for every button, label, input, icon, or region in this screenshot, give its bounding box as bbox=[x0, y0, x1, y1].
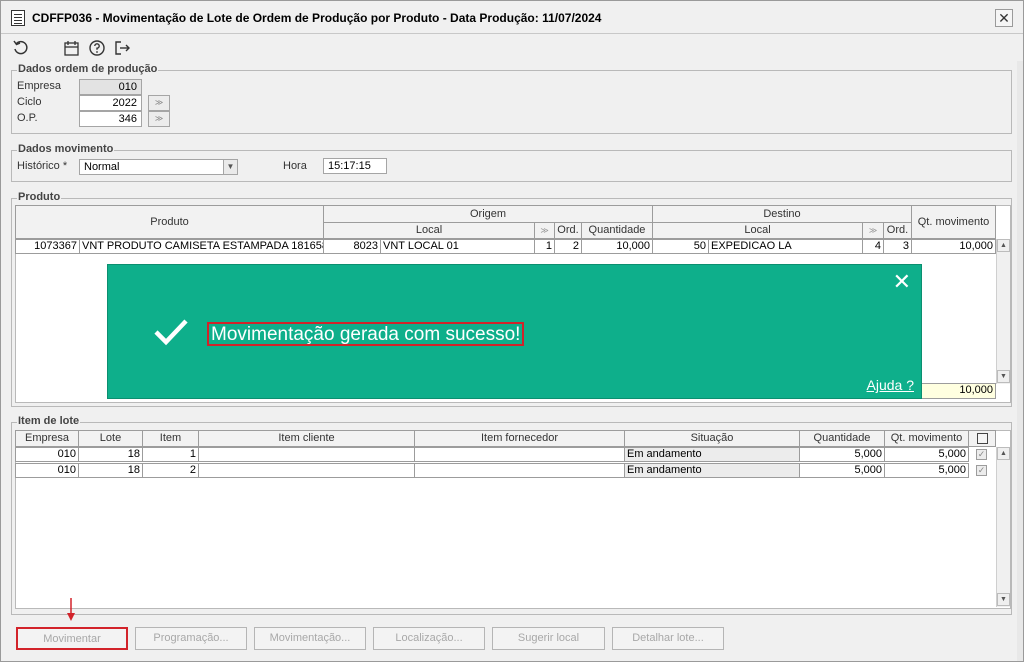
lote-qt-movimento-header[interactable]: Qt. movimento bbox=[884, 430, 969, 447]
ciclo-lookup-button[interactable]: ≫ bbox=[148, 95, 170, 111]
destino-header: Destino bbox=[652, 205, 912, 223]
lote-item-fornecedor-header[interactable]: Item fornecedor bbox=[414, 430, 625, 447]
toast-message: Movimentação gerada com sucesso! bbox=[207, 322, 525, 346]
checkmark-icon bbox=[154, 319, 188, 346]
historico-value: Normal bbox=[84, 161, 120, 173]
destino-ord-header[interactable]: Ord. bbox=[883, 222, 912, 239]
lote-row-situacao: Em andamento bbox=[624, 447, 800, 462]
document-icon bbox=[11, 10, 25, 26]
lote-row-item-cliente[interactable] bbox=[198, 463, 415, 478]
lote-row-lote[interactable]: 18 bbox=[78, 447, 143, 462]
hora-label: Hora bbox=[283, 160, 307, 172]
lote-row-item-fornecedor[interactable] bbox=[414, 447, 625, 462]
window-title: CDFFP036 - Movimentação de Lote de Ordem… bbox=[32, 11, 602, 25]
lote-quantidade-header[interactable]: Quantidade bbox=[799, 430, 885, 447]
produto-total-cell: 10,000 bbox=[911, 383, 996, 399]
op-field[interactable]: 346 bbox=[79, 111, 142, 127]
exit-icon[interactable] bbox=[114, 39, 132, 57]
lote-item-cliente-header[interactable]: Item cliente bbox=[198, 430, 415, 447]
lote-row-empresa[interactable]: 010 bbox=[15, 463, 79, 478]
op-label: O.P. bbox=[17, 112, 38, 124]
destino-local-header[interactable]: Local bbox=[652, 222, 863, 239]
lote-row-lote[interactable]: 18 bbox=[78, 463, 143, 478]
origem-header: Origem bbox=[323, 205, 653, 223]
destino-ord-cell[interactable]: 3 bbox=[883, 239, 912, 254]
help-icon[interactable] bbox=[88, 39, 106, 57]
lote-situacao-header[interactable]: Situação bbox=[624, 430, 800, 447]
lote-row-empresa[interactable]: 010 bbox=[15, 447, 79, 462]
destino-local-cod-cell[interactable]: 50 bbox=[652, 239, 709, 254]
movimentar-button[interactable]: Movimentar bbox=[16, 627, 128, 650]
sugerir-local-button[interactable]: Sugerir local bbox=[492, 627, 605, 650]
empresa-field: 010 bbox=[79, 79, 142, 95]
hora-field[interactable]: 15:17:15 bbox=[323, 158, 387, 174]
scroll-down-icon[interactable]: ▼ bbox=[997, 593, 1010, 606]
scroll-up-icon[interactable]: ▲ bbox=[997, 447, 1010, 460]
origem-ord-cell[interactable]: 2 bbox=[554, 239, 582, 254]
success-toast: Movimentação gerada com sucesso! ✕ Ajuda… bbox=[107, 264, 922, 399]
scroll-up-icon[interactable]: ▲ bbox=[997, 239, 1010, 252]
detalhar-lote-button[interactable]: Detalhar lote... bbox=[612, 627, 724, 650]
movimento-legend: Dados movimento bbox=[17, 143, 115, 155]
produto-scrollbar[interactable]: ▲ ▼ bbox=[996, 239, 1010, 384]
origem-local-nome-cell[interactable]: VNT LOCAL 01 bbox=[380, 239, 535, 254]
origem-sort-icon[interactable]: ≫ bbox=[534, 222, 555, 239]
lote-row-item-fornecedor[interactable] bbox=[414, 463, 625, 478]
lote-lote-header[interactable]: Lote bbox=[78, 430, 143, 447]
refresh-icon[interactable] bbox=[12, 39, 30, 57]
lote-select-all-header[interactable] bbox=[968, 430, 996, 447]
lote-row-item[interactable]: 2 bbox=[142, 463, 199, 478]
red-arrow-indicator bbox=[67, 598, 75, 621]
produto-codigo-cell[interactable]: 1073367 bbox=[15, 239, 80, 254]
lote-empresa-header[interactable]: Empresa bbox=[15, 430, 79, 447]
ciclo-label: Ciclo bbox=[17, 96, 42, 108]
select-all-checkbox[interactable] bbox=[977, 433, 988, 444]
lote-row-qt-movimento[interactable]: 5,000 bbox=[884, 463, 969, 478]
origem-n-cell[interactable]: 1 bbox=[534, 239, 555, 254]
origem-quantidade-header[interactable]: Quantidade bbox=[581, 222, 653, 239]
lote-row-quantidade[interactable]: 5,000 bbox=[799, 463, 885, 478]
ciclo-field[interactable]: 2022 bbox=[79, 95, 142, 111]
produto-legend: Produto bbox=[17, 191, 62, 203]
historico-select[interactable]: Normal ▼ bbox=[79, 159, 238, 175]
lote-row-checkbox[interactable]: ✓ bbox=[976, 465, 987, 476]
historico-label: Histórico * bbox=[17, 160, 68, 172]
title-bar: CDFFP036 - Movimentação de Lote de Ordem… bbox=[1, 1, 1023, 34]
main-window: CDFFP036 - Movimentação de Lote de Ordem… bbox=[0, 0, 1024, 662]
window-scrollbar[interactable] bbox=[1017, 61, 1023, 661]
destino-n-cell[interactable]: 4 bbox=[862, 239, 884, 254]
lote-item-header[interactable]: Item bbox=[142, 430, 199, 447]
lote-row-item-cliente[interactable] bbox=[198, 447, 415, 462]
scroll-down-icon[interactable]: ▼ bbox=[997, 370, 1010, 383]
calendar-icon[interactable] bbox=[63, 39, 81, 57]
destino-sort-icon[interactable]: ≫ bbox=[862, 222, 884, 239]
lote-row-qt-movimento[interactable]: 5,000 bbox=[884, 447, 969, 462]
lote-row-checkbox[interactable]: ✓ bbox=[976, 449, 987, 460]
lote-row-quantidade[interactable]: 5,000 bbox=[799, 447, 885, 462]
lote-scrollbar[interactable]: ▲ ▼ bbox=[996, 447, 1010, 607]
chevron-down-icon[interactable]: ▼ bbox=[223, 160, 237, 174]
lote-row-item[interactable]: 1 bbox=[142, 447, 199, 462]
origem-local-cod-cell[interactable]: 8023 bbox=[323, 239, 381, 254]
produto-descricao-cell[interactable]: VNT PRODUTO CAMISETA ESTAMPADA 181658 VI bbox=[79, 239, 324, 254]
origem-local-header[interactable]: Local bbox=[323, 222, 535, 239]
toast-help-link[interactable]: Ajuda ? bbox=[867, 377, 914, 393]
window-close-button[interactable]: ✕ bbox=[995, 9, 1013, 27]
origem-ord-header[interactable]: Ord. bbox=[554, 222, 582, 239]
lote-legend: Item de lote bbox=[17, 415, 81, 427]
produto-header[interactable]: Produto bbox=[15, 205, 324, 239]
op-lookup-button[interactable]: ≫ bbox=[148, 111, 170, 127]
qt-movimento-cell[interactable]: 10,000 bbox=[911, 239, 996, 254]
origem-quantidade-cell[interactable]: 10,000 bbox=[581, 239, 653, 254]
lote-row-situacao: Em andamento bbox=[624, 463, 800, 478]
ordem-legend: Dados ordem de produção bbox=[17, 63, 159, 75]
programacao-button[interactable]: Programação... bbox=[135, 627, 247, 650]
destino-local-nome-cell[interactable]: EXPEDICAO LA bbox=[708, 239, 863, 254]
movimentacao-button[interactable]: Movimentação... bbox=[254, 627, 366, 650]
localizacao-button[interactable]: Localização... bbox=[373, 627, 485, 650]
empresa-label: Empresa bbox=[17, 80, 62, 92]
toast-close-icon[interactable]: ✕ bbox=[893, 271, 911, 293]
qt-movimento-header[interactable]: Qt. movimento bbox=[911, 205, 996, 239]
